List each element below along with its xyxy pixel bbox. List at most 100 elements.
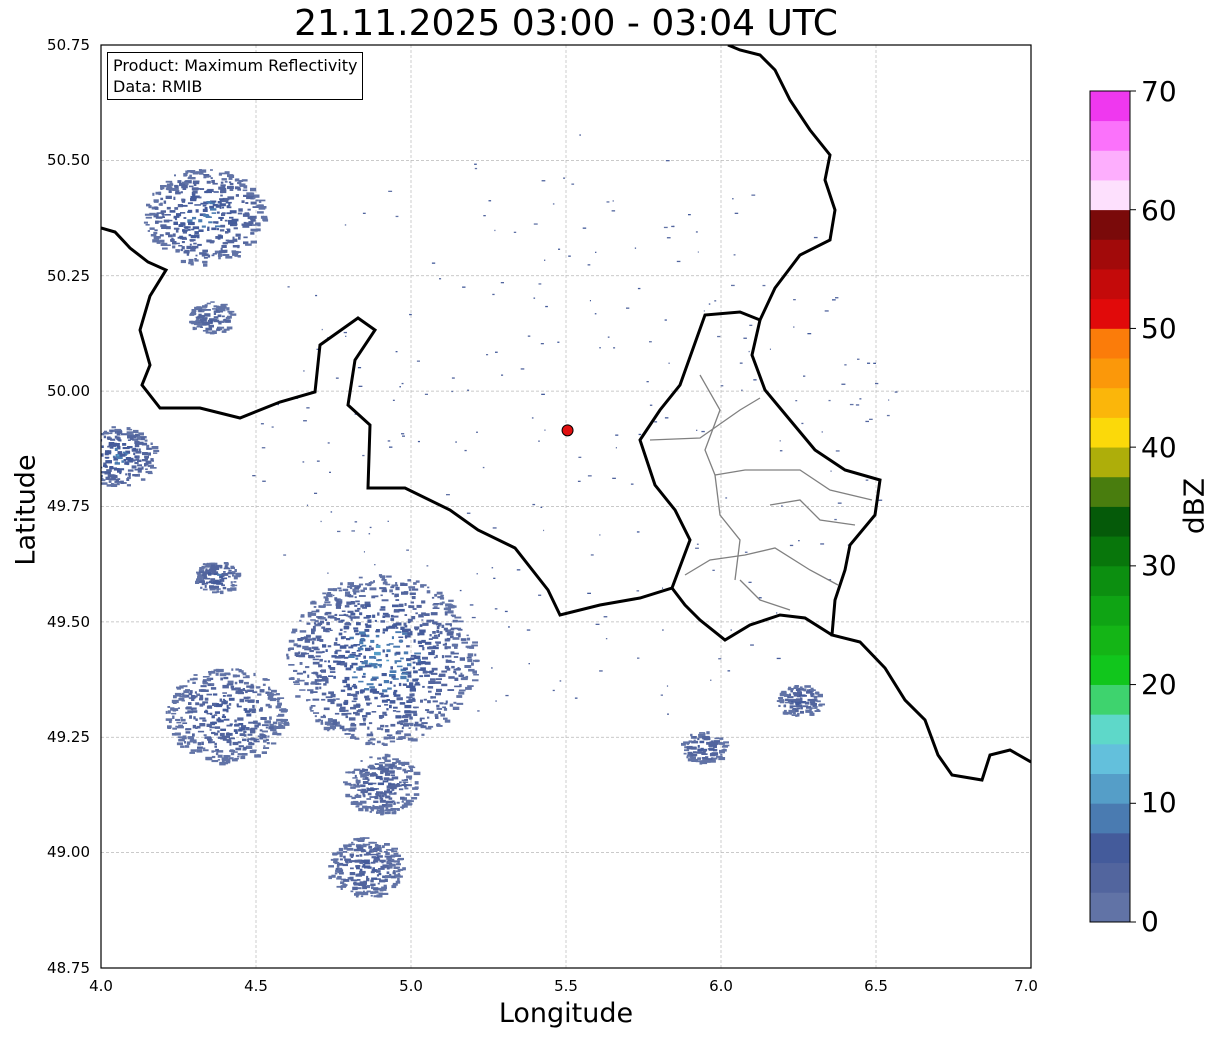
echo-pixel xyxy=(237,755,240,758)
echo-pixel xyxy=(520,368,525,370)
echo-pixel xyxy=(213,714,218,716)
echo-pixel xyxy=(126,433,132,435)
echo-pixel xyxy=(241,200,245,203)
echo-pixel xyxy=(209,240,214,244)
echo-pixel xyxy=(82,450,84,452)
echo-pixel xyxy=(175,249,180,253)
echo-pixel xyxy=(436,707,443,710)
echo-pixel xyxy=(538,283,542,285)
echo-pixel xyxy=(361,865,366,868)
echo-pixel xyxy=(545,305,548,308)
echo-pixel xyxy=(303,370,305,372)
echo-pixel xyxy=(492,293,495,296)
echo-pixel xyxy=(407,621,410,624)
echo-pixel xyxy=(753,379,757,381)
echo-pixel xyxy=(370,688,377,692)
echo-pixel xyxy=(206,201,212,204)
echo-pixel xyxy=(219,229,225,232)
echo-pixel xyxy=(323,603,326,608)
echo-pixel xyxy=(86,462,88,464)
echo-pixel xyxy=(477,710,480,712)
echo-pixel xyxy=(220,590,224,595)
echo-pixel xyxy=(398,603,404,608)
echo-pixel xyxy=(221,573,229,576)
echo-pixel xyxy=(206,712,211,715)
echo-pixel xyxy=(379,608,386,611)
echo-pixel xyxy=(345,650,350,653)
echo-pixel xyxy=(327,660,330,663)
echo-pixel xyxy=(163,200,167,204)
echo-pixel xyxy=(209,569,217,573)
echo-pixel xyxy=(203,263,208,267)
echo-pixel xyxy=(289,647,294,650)
echo-pixel xyxy=(104,472,109,475)
echo-pixel xyxy=(378,683,382,686)
echo-pixel xyxy=(173,695,177,699)
echo-pixel xyxy=(256,700,259,704)
echo-pixel xyxy=(314,492,318,494)
echo-pixel xyxy=(320,520,322,523)
echo-pixel xyxy=(392,615,399,618)
echo-pixel xyxy=(440,594,444,597)
echo-pixel xyxy=(337,721,340,725)
echo-pixel xyxy=(327,442,330,444)
echo-pixel xyxy=(369,756,373,759)
echo-pixel xyxy=(404,635,411,638)
echo-pixel xyxy=(307,611,313,616)
radar-site-marker xyxy=(561,424,574,437)
echo-pixel xyxy=(382,631,385,634)
echo-pixel xyxy=(293,669,298,672)
echo-pixel xyxy=(402,768,407,772)
echo-pixel xyxy=(436,688,442,692)
echo-pixel xyxy=(681,742,686,746)
echo-pixel xyxy=(268,726,274,730)
echo-pixel xyxy=(196,306,202,310)
echo-pixel xyxy=(311,600,316,604)
echo-pixel xyxy=(381,673,387,677)
echo-pixel xyxy=(374,619,377,622)
echo-pixel xyxy=(429,670,433,674)
echo-pixel xyxy=(375,775,383,779)
echo-pixel xyxy=(211,721,217,725)
echo-pixel xyxy=(392,604,399,608)
echo-pixel xyxy=(107,445,112,448)
echo-pixel xyxy=(316,638,321,642)
echo-pixel xyxy=(174,207,179,210)
echo-pixel xyxy=(180,716,183,719)
echo-pixel xyxy=(439,702,444,705)
echo-pixel xyxy=(612,200,614,202)
echo-pixel xyxy=(446,637,451,641)
echo-pixel xyxy=(182,229,188,232)
echo-pixel xyxy=(250,215,257,219)
echo-pixel xyxy=(612,477,616,479)
echo-pixel xyxy=(406,685,413,688)
echo-pixel xyxy=(228,697,235,701)
echo-pixel xyxy=(259,729,263,732)
echo-pixel xyxy=(315,609,320,613)
echo-pixel xyxy=(797,712,800,716)
echo-pixel xyxy=(370,639,375,643)
echo-pixel xyxy=(346,626,350,629)
echo-pixel xyxy=(192,216,197,220)
echo-pixel xyxy=(338,847,344,852)
echo-pixel xyxy=(180,745,185,748)
echo-pixel xyxy=(467,658,473,663)
echo-pixel xyxy=(799,694,806,697)
echo-pixel xyxy=(414,683,421,686)
echo-pixel xyxy=(164,214,171,216)
echo-pixel xyxy=(229,723,233,726)
echo-pixel xyxy=(208,672,212,676)
x-tick-label: 6.0 xyxy=(709,977,733,995)
echo-pixel xyxy=(379,796,382,800)
echo-pixel xyxy=(105,460,112,464)
echo-pixel xyxy=(216,588,221,590)
echo-pixel xyxy=(359,769,365,773)
echo-pixel xyxy=(837,502,842,504)
echo-pixel xyxy=(370,861,376,864)
echo-pixel xyxy=(327,718,333,722)
echo-pixel xyxy=(387,687,392,690)
echo-pixel xyxy=(380,606,386,609)
echo-pixel xyxy=(278,722,284,724)
echo-pixel xyxy=(127,476,131,480)
echo-pixel xyxy=(439,673,446,677)
